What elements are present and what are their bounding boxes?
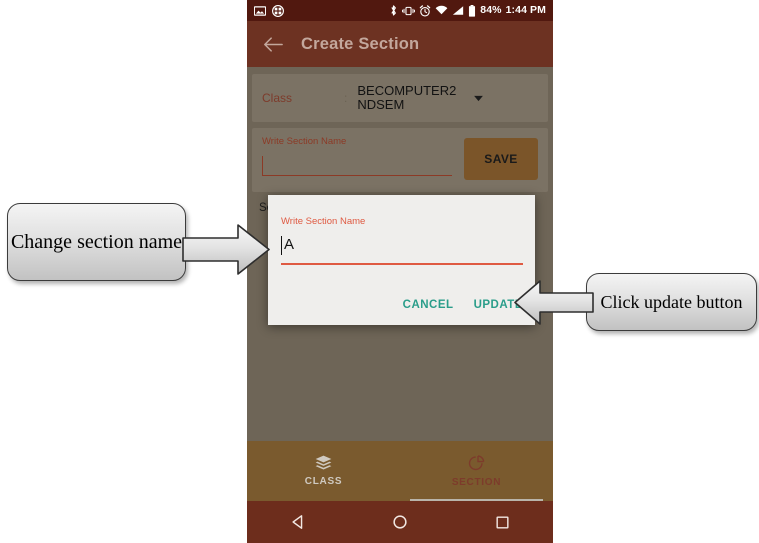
status-bar: 84% 1:44 PM	[247, 0, 553, 21]
layers-icon	[315, 455, 332, 470]
wifi-icon	[435, 5, 448, 15]
text-cursor	[281, 236, 283, 255]
annotation-arrow-right-pointing	[182, 224, 270, 275]
android-nav-bar	[247, 501, 553, 543]
class-separator: :	[344, 91, 348, 105]
image-icon	[254, 5, 266, 16]
section-name-field[interactable]: Write Section Name	[262, 136, 464, 176]
pie-chart-icon	[468, 454, 485, 470]
tab-section-label: SECTION	[451, 476, 502, 488]
dialog-input-underline	[281, 263, 523, 265]
annotation-click-update-button: Click update button	[586, 273, 757, 331]
section-name-row: Write Section Name SAVE	[252, 128, 548, 192]
signal-icon	[453, 6, 464, 15]
alarm-icon	[419, 4, 431, 17]
nav-back-icon[interactable]	[268, 514, 328, 530]
tab-section[interactable]: SECTION	[400, 441, 553, 501]
tab-class[interactable]: CLASS	[247, 441, 400, 501]
save-button[interactable]: SAVE	[464, 138, 538, 180]
section-name-label: Write Section Name	[262, 136, 347, 147]
dialog-section-name-input[interactable]: A	[281, 233, 523, 265]
back-arrow-icon[interactable]	[255, 36, 291, 53]
annotation-change-section-name: Change section name	[7, 203, 186, 281]
annotation-arrow-left-pointing	[514, 280, 594, 325]
class-selector-row[interactable]: Class : BECOMPUTER2 NDSEM	[252, 74, 548, 122]
status-bar-clock: 1:44 PM	[505, 4, 546, 17]
page-title: Create Section	[301, 34, 420, 53]
dialog-field-label: Write Section Name	[281, 216, 366, 227]
bottom-tab-bar: CLASS SECTION	[247, 441, 553, 501]
nav-home-icon[interactable]	[370, 514, 430, 530]
section-name-input[interactable]	[262, 156, 452, 176]
dialog-input-value: A	[284, 236, 295, 253]
cancel-button[interactable]: CANCEL	[401, 295, 456, 315]
class-value: BECOMPUTER2 NDSEM	[357, 82, 457, 112]
status-bar-right-icons: 84% 1:44 PM	[389, 4, 546, 17]
edit-section-dialog: Write Section Name A CANCEL UPDATE	[268, 195, 535, 325]
phone-screen: 84% 1:44 PM Create Section Class : BECOM…	[247, 0, 553, 543]
bluetooth-icon	[391, 5, 397, 16]
chevron-down-icon[interactable]	[473, 89, 484, 107]
app-grid-icon	[272, 4, 284, 17]
battery-percent: 84%	[480, 4, 502, 17]
battery-icon	[469, 4, 476, 17]
vibrate-icon	[402, 6, 416, 15]
dialog-actions: CANCEL UPDATE	[401, 295, 525, 315]
status-bar-left-icons	[254, 4, 284, 17]
nav-recents-icon[interactable]	[472, 515, 532, 530]
tab-class-label: CLASS	[304, 476, 343, 487]
app-bar: Create Section	[247, 21, 553, 67]
class-label: Class	[262, 91, 293, 105]
